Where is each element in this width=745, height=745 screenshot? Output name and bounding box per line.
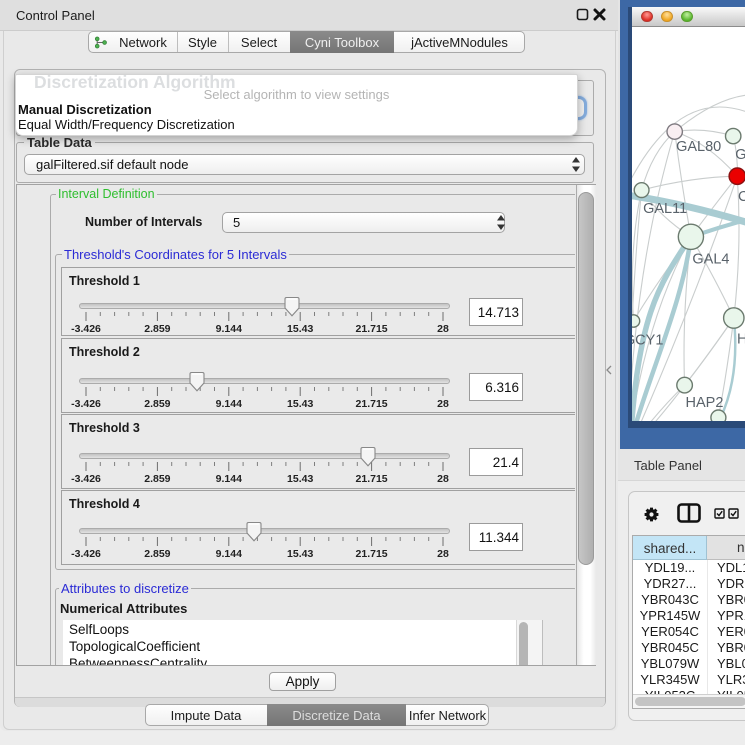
svg-text:GCY1: GCY1 (632, 333, 663, 349)
svg-text:GAL4: GAL4 (692, 252, 729, 268)
svg-text:HIS4: HIS4 (737, 332, 745, 348)
svg-text:GAL1: GAL1 (735, 147, 745, 163)
svg-text:GAL11: GAL11 (643, 201, 687, 217)
svg-text:GAL80: GAL80 (676, 139, 721, 155)
svg-text:CAD1: CAD1 (738, 189, 745, 205)
svg-text:HAP2: HAP2 (686, 395, 724, 411)
